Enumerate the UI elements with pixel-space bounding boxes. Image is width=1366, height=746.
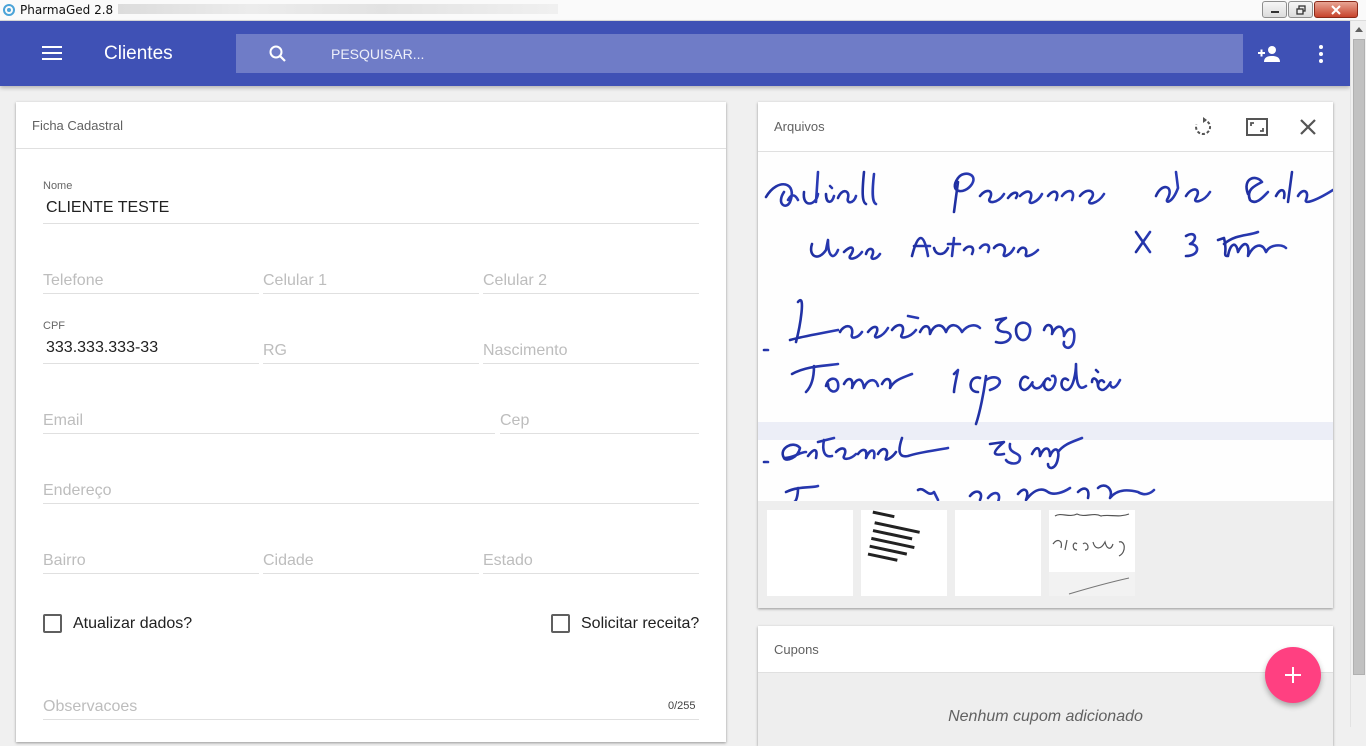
cpf-value[interactable]: 333.333.333-33 bbox=[46, 339, 158, 357]
fullscreen-icon[interactable] bbox=[1246, 116, 1268, 138]
thumbnail-strip bbox=[758, 501, 1333, 608]
cidade-placeholder: Cidade bbox=[263, 552, 314, 569]
background-window-ghost bbox=[118, 4, 558, 14]
cupons-card: Cupons Nenhum cupom adicionado bbox=[758, 626, 1333, 746]
window-close-button[interactable] bbox=[1314, 1, 1358, 18]
scrollbar-thumb[interactable] bbox=[1353, 39, 1365, 675]
celular1-placeholder: Celular 1 bbox=[263, 272, 328, 289]
field-underline bbox=[500, 433, 699, 434]
telefone-field[interactable]: Telefone bbox=[43, 272, 259, 294]
search-bar[interactable] bbox=[236, 34, 1243, 73]
email-placeholder: Email bbox=[43, 412, 84, 429]
atualizar-dados-checkbox[interactable] bbox=[43, 614, 62, 633]
cpf-label: CPF bbox=[43, 320, 65, 332]
rotate-icon[interactable] bbox=[1192, 116, 1214, 138]
empty-state-message: Nenhum cupom adicionado bbox=[948, 708, 1143, 725]
bairro-placeholder: Bairro bbox=[43, 552, 86, 569]
nome-value[interactable]: CLIENTE TESTE bbox=[46, 199, 169, 217]
ficha-cadastral-card: Ficha Cadastral Nome CLIENTE TESTE Telef… bbox=[16, 102, 726, 742]
card-title: Ficha Cadastral bbox=[32, 118, 124, 133]
scroll-up-arrow-icon[interactable] bbox=[1351, 21, 1366, 38]
person-add-icon[interactable] bbox=[1257, 44, 1283, 64]
nascimento-field[interactable]: Nascimento bbox=[483, 342, 699, 364]
page-title: Clientes bbox=[104, 43, 173, 64]
solicitar-receita-label[interactable]: Solicitar receita? bbox=[581, 615, 699, 633]
handwritten-prescription-image bbox=[758, 152, 1333, 501]
estado-field[interactable]: Estado bbox=[483, 552, 699, 574]
thumbnail-3[interactable] bbox=[955, 510, 1041, 596]
thumbnail-1[interactable] bbox=[767, 510, 853, 596]
hamburger-menu-icon[interactable] bbox=[40, 43, 64, 63]
card-header: Ficha Cadastral bbox=[16, 102, 726, 149]
field-underline bbox=[263, 293, 479, 294]
page-scrollbar[interactable] bbox=[1350, 21, 1366, 727]
nome-label: Nome bbox=[43, 180, 73, 192]
plus-icon bbox=[1285, 667, 1301, 683]
field-underline bbox=[43, 719, 699, 720]
cep-field[interactable]: Cep bbox=[500, 412, 699, 434]
celular2-placeholder: Celular 2 bbox=[483, 272, 548, 289]
restore-icon bbox=[1295, 4, 1306, 15]
maximize-button[interactable] bbox=[1288, 1, 1313, 18]
rg-field[interactable]: RG bbox=[263, 342, 479, 364]
nascimento-placeholder: Nascimento bbox=[483, 342, 568, 359]
field-underline bbox=[43, 503, 699, 504]
atualizar-dados-label[interactable]: Atualizar dados? bbox=[73, 615, 192, 633]
window-titlebar: PharmaGed 2.8 bbox=[0, 0, 1366, 21]
card-title: Cupons bbox=[774, 642, 819, 657]
estado-placeholder: Estado bbox=[483, 552, 533, 569]
search-input[interactable] bbox=[331, 34, 1211, 73]
thumbnail-2[interactable] bbox=[861, 510, 947, 596]
card-header: Arquivos bbox=[758, 102, 1333, 151]
field-underline bbox=[43, 293, 259, 294]
celular1-field[interactable]: Celular 1 bbox=[263, 272, 479, 294]
card-header: Cupons bbox=[758, 626, 1333, 673]
app-bar: Clientes bbox=[0, 21, 1350, 86]
field-underline bbox=[43, 573, 259, 574]
app-logo-icon bbox=[3, 4, 15, 16]
field-underline bbox=[263, 363, 479, 364]
minimize-icon bbox=[1270, 10, 1279, 13]
email-field[interactable]: Email bbox=[43, 412, 495, 434]
handwritten-note-thumbnail bbox=[1049, 513, 1135, 596]
bairro-field[interactable]: Bairro bbox=[43, 552, 259, 574]
stamp-document-thumbnail bbox=[867, 510, 920, 562]
nome-field[interactable]: Nome CLIENTE TESTE bbox=[43, 180, 699, 224]
close-icon[interactable] bbox=[1297, 116, 1319, 138]
endereco-field[interactable]: Endereço bbox=[43, 482, 699, 504]
field-underline bbox=[263, 573, 479, 574]
observacoes-field[interactable]: Observacoes bbox=[43, 698, 699, 720]
cep-placeholder: Cep bbox=[500, 412, 530, 429]
telefone-placeholder: Telefone bbox=[43, 272, 104, 289]
field-underline bbox=[483, 363, 699, 364]
observacoes-char-counter: 0/255 bbox=[668, 700, 696, 712]
cpf-field[interactable]: CPF 333.333.333-33 bbox=[43, 320, 259, 364]
cidade-field[interactable]: Cidade bbox=[263, 552, 479, 574]
solicitar-receita-checkbox[interactable] bbox=[551, 614, 570, 633]
field-underline bbox=[43, 433, 495, 434]
observacoes-placeholder: Observacoes bbox=[43, 698, 138, 715]
more-vertical-icon[interactable] bbox=[1312, 42, 1330, 66]
search-icon bbox=[269, 45, 286, 62]
add-fab-button[interactable] bbox=[1265, 647, 1321, 703]
field-underline bbox=[43, 223, 699, 224]
window-title: PharmaGed 2.8 bbox=[20, 3, 114, 17]
card-title: Arquivos bbox=[774, 119, 825, 134]
field-underline bbox=[483, 573, 699, 574]
close-x-icon bbox=[1331, 4, 1341, 15]
prescription-image-preview[interactable] bbox=[758, 151, 1333, 501]
thumbnail-4[interactable] bbox=[1049, 510, 1135, 596]
field-underline bbox=[483, 293, 699, 294]
minimize-button[interactable] bbox=[1262, 1, 1287, 18]
endereco-placeholder: Endereço bbox=[43, 482, 112, 499]
celular2-field[interactable]: Celular 2 bbox=[483, 272, 699, 294]
arquivos-card: Arquivos bbox=[758, 102, 1333, 608]
field-underline bbox=[43, 363, 259, 364]
rg-placeholder: RG bbox=[263, 342, 287, 359]
cupons-body: Nenhum cupom adicionado bbox=[758, 673, 1333, 746]
